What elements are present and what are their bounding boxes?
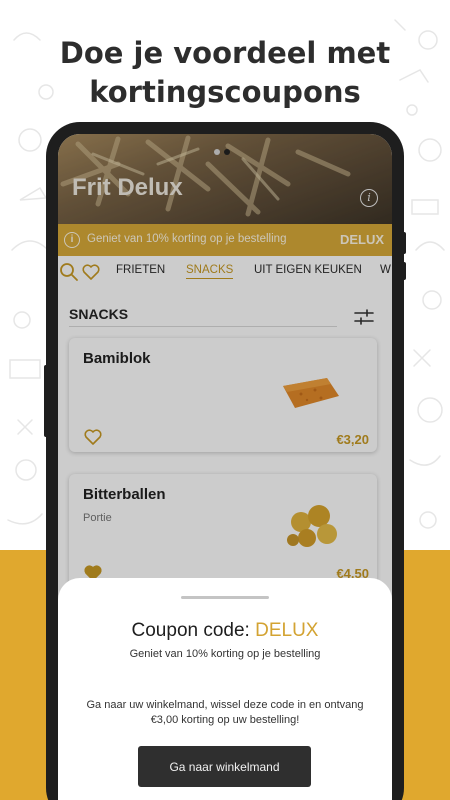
coupon-subtitle: Geniet van 10% korting op je bestelling [129,648,321,660]
promo-headline-line1: Doe je voordeel met [59,36,391,70]
phone-side-button [44,365,48,437]
coupon-label: Coupon code: [131,620,256,641]
coupon-code: DELUX [255,620,319,641]
promo-headline: Doe je voordeel met kortingscoupons [0,34,450,112]
phone-side-button [402,232,406,254]
phone-side-button [402,262,406,280]
promo-headline-line2: kortingscoupons [89,75,361,109]
coupon-title: Coupon code: DELUX [58,620,392,642]
go-to-cart-button[interactable]: Ga naar winkelmand [138,746,311,787]
coupon-description: Ga naar uw winkelmand, wissel deze code … [86,699,364,726]
drag-handle[interactable] [181,596,269,599]
coupon-bottom-sheet: Coupon code: DELUX Geniet van 10% kortin… [58,578,392,800]
